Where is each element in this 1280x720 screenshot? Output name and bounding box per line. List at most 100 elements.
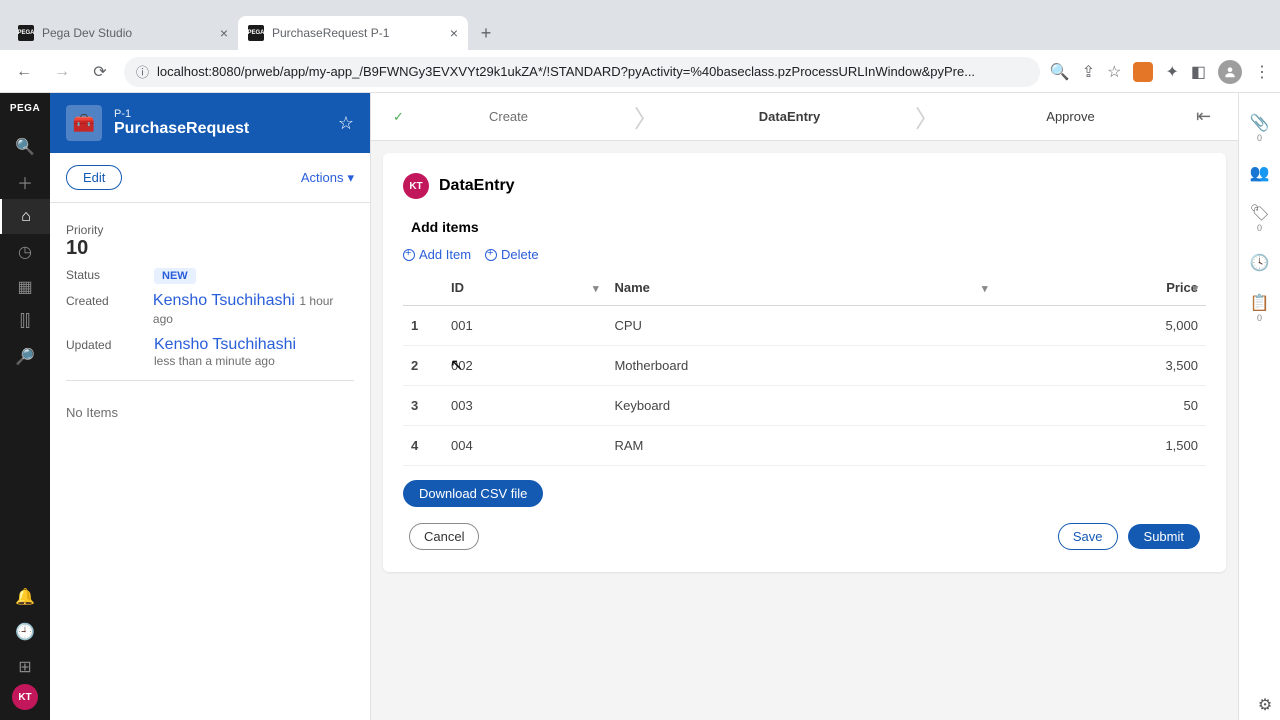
- collapse-icon[interactable]: ⇤: [1196, 106, 1226, 127]
- cell-price: 50: [995, 386, 1206, 426]
- cell-id: 003: [443, 386, 606, 426]
- url-text: localhost:8080/prweb/app/my-app_/B9FWNGy…: [157, 64, 975, 79]
- col-name[interactable]: Name▾: [606, 270, 995, 306]
- forward-button[interactable]: →: [48, 58, 76, 86]
- assignment-title: DataEntry: [439, 177, 515, 195]
- filter-icon[interactable]: ▾: [593, 282, 599, 295]
- apps-icon[interactable]: ▦: [0, 269, 50, 304]
- row-number: 2: [403, 346, 443, 386]
- table-row[interactable]: 2002Motherboard3,500: [403, 346, 1206, 386]
- cell-price: 5,000: [995, 306, 1206, 346]
- cancel-button[interactable]: Cancel: [409, 523, 479, 550]
- table-actions: Add Item Delete: [403, 247, 1206, 262]
- extensions-icon[interactable]: ✦: [1165, 62, 1178, 82]
- app-root: PEGA 🔍 ＋ ⌂ ◷ ▦ ⫿⫿ 🔎 🔔 🕘 ⊞ KT 🧰 P-1 Purch…: [0, 93, 1280, 720]
- stage-create[interactable]: ✓ Create: [383, 93, 634, 140]
- stage-dataentry[interactable]: DataEntry: [664, 93, 915, 140]
- cell-name: Motherboard: [606, 346, 995, 386]
- divider: [66, 380, 354, 381]
- case-header: 🧰 P-1 PurchaseRequest ☆: [50, 93, 370, 153]
- add-item-button[interactable]: Add Item: [403, 247, 471, 262]
- case-toolbar: Edit Actions▾: [50, 153, 370, 203]
- created-by[interactable]: Kensho Tsuchihashi: [153, 292, 295, 309]
- stage-approve[interactable]: Approve: [945, 93, 1196, 140]
- bell-icon[interactable]: 🔔: [0, 579, 50, 614]
- tags-icon[interactable]: 🏷0: [1249, 203, 1269, 233]
- form-footer: Cancel Save Submit: [403, 507, 1206, 550]
- main-area: ✓ Create 〉 DataEntry 〉 Approve ⇤ KT Data…: [371, 93, 1280, 720]
- utility-rail: 📎0 👥 🏷0 🕓 📋0: [1238, 93, 1280, 720]
- stage-label: Create: [489, 109, 528, 124]
- status-badge: NEW: [154, 268, 196, 284]
- followers-icon[interactable]: 👥: [1250, 163, 1270, 183]
- attachments-icon[interactable]: 📎0: [1250, 113, 1270, 143]
- share-icon[interactable]: ⇪: [1082, 62, 1095, 82]
- cell-price: 1,500: [995, 426, 1206, 466]
- sidebar-rail: PEGA 🔍 ＋ ⌂ ◷ ▦ ⫿⫿ 🔎 🔔 🕘 ⊞ KT: [0, 93, 50, 720]
- download-csv-button[interactable]: Download CSV file: [403, 480, 543, 507]
- site-info-icon[interactable]: ⓘ: [136, 62, 149, 81]
- items-table: ID▾ Name▾ Price▾ 1001CPU5,0002002Motherb…: [403, 270, 1206, 466]
- table-row[interactable]: 3003Keyboard50: [403, 386, 1206, 426]
- tab-pega-dev-studio[interactable]: PEGA Pega Dev Studio ×: [8, 16, 238, 50]
- tab-purchase-request[interactable]: PEGA PurchaseRequest P-1 ×: [238, 16, 468, 50]
- save-button[interactable]: Save: [1058, 523, 1118, 550]
- case-properties: Priority 10 Status NEW Created Kensho Ts…: [50, 203, 370, 405]
- col-rownum: [403, 270, 443, 306]
- updated-when: less than a minute ago: [154, 354, 296, 368]
- menu-icon[interactable]: ⋮: [1254, 62, 1270, 82]
- grid-icon[interactable]: ⊞: [0, 649, 50, 684]
- cell-name: Keyboard: [606, 386, 995, 426]
- profile-avatar-icon[interactable]: [1218, 60, 1242, 84]
- clipboard-icon[interactable]: 📋0: [1250, 293, 1270, 323]
- extension-icon[interactable]: [1133, 62, 1153, 82]
- reload-button[interactable]: ⟳: [86, 58, 114, 86]
- chevron-right-icon: 〉: [915, 99, 945, 134]
- reports-icon[interactable]: ⫿⫿: [0, 304, 50, 339]
- table-row[interactable]: 1001CPU5,000: [403, 306, 1206, 346]
- settings-icon[interactable]: ⚙: [1252, 692, 1278, 718]
- search-icon[interactable]: 🔍: [1050, 62, 1070, 82]
- delete-button[interactable]: Delete: [485, 247, 539, 262]
- favorite-icon[interactable]: ☆: [338, 113, 354, 134]
- section-title: Add items: [411, 219, 1206, 235]
- recents-icon[interactable]: 🕘: [0, 614, 50, 649]
- search-icon[interactable]: 🔍: [0, 129, 50, 164]
- browser-toolbar: 🔍 ⇪ ☆ ✦ ◧ ⋮: [1050, 60, 1270, 84]
- filter-icon[interactable]: ▾: [982, 282, 988, 295]
- col-id[interactable]: ID▾: [443, 270, 606, 306]
- history-icon[interactable]: 🕓: [1250, 253, 1270, 273]
- row-number: 3: [403, 386, 443, 426]
- cell-name: CPU: [606, 306, 995, 346]
- new-tab-button[interactable]: +: [472, 19, 500, 47]
- filter-icon[interactable]: ▾: [1192, 282, 1198, 295]
- cell-id: 004: [443, 426, 606, 466]
- create-icon[interactable]: ＋: [0, 164, 50, 199]
- back-button[interactable]: ←: [10, 58, 38, 86]
- tab-title: Pega Dev Studio: [42, 26, 212, 40]
- check-icon: ✓: [393, 109, 404, 125]
- updated-by[interactable]: Kensho Tsuchihashi: [154, 336, 296, 354]
- form-card: KT DataEntry Add items Add Item Delete I…: [383, 153, 1226, 572]
- case-type-icon: 🧰: [66, 105, 102, 141]
- col-price[interactable]: Price▾: [995, 270, 1206, 306]
- bookmark-icon[interactable]: ☆: [1107, 62, 1121, 82]
- chevron-down-icon: ▾: [347, 170, 354, 186]
- user-avatar[interactable]: KT: [12, 684, 38, 710]
- status-label: Status: [66, 268, 146, 282]
- url-field[interactable]: ⓘ localhost:8080/prweb/app/my-app_/B9FWN…: [124, 57, 1040, 87]
- dashboard-icon[interactable]: ◷: [0, 234, 50, 269]
- home-icon[interactable]: ⌂: [0, 199, 50, 234]
- close-icon[interactable]: ×: [220, 25, 228, 41]
- table-row[interactable]: 4004RAM1,500: [403, 426, 1206, 466]
- submit-button[interactable]: Submit: [1128, 524, 1200, 549]
- edit-button[interactable]: Edit: [66, 165, 122, 190]
- pega-logo: PEGA: [10, 103, 40, 114]
- explore-icon[interactable]: 🔎: [0, 339, 50, 374]
- cell-id: 002: [443, 346, 606, 386]
- actions-menu[interactable]: Actions▾: [301, 170, 354, 186]
- close-icon[interactable]: ×: [450, 25, 458, 41]
- sidepanel-icon[interactable]: ◧: [1191, 62, 1206, 82]
- favicon-icon: PEGA: [248, 25, 264, 41]
- browser-chrome: PEGA Pega Dev Studio × PEGA PurchaseRequ…: [0, 0, 1280, 93]
